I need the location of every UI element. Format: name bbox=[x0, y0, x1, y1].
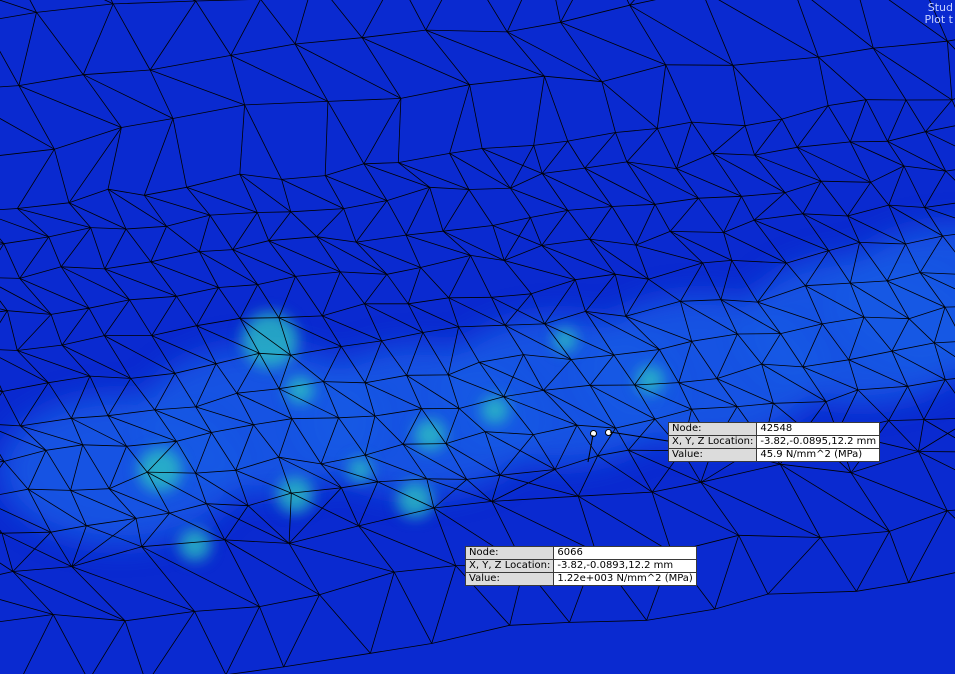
probe-value: -3.82,-0.0895,12.2 mm bbox=[756, 435, 881, 449]
probe-lower-table[interactable]: Node: 6066 X, Y, Z Location: -3.82,-0.08… bbox=[464, 546, 697, 586]
probe-key: X, Y, Z Location: bbox=[464, 559, 555, 573]
stress-hotspot bbox=[636, 366, 664, 394]
probe-key: Node: bbox=[667, 422, 758, 436]
probe-row-value: Value: 1.22e+003 N/mm^2 (MPa) bbox=[464, 572, 697, 586]
probe-upper-table[interactable]: Node: 42548 X, Y, Z Location: -3.82,-0.0… bbox=[667, 422, 881, 462]
probe-key: X, Y, Z Location: bbox=[667, 435, 758, 449]
stress-hotspot bbox=[179, 529, 211, 561]
probe-row-location: X, Y, Z Location: -3.82,-0.0893,12.2 mm bbox=[464, 559, 697, 573]
probe-key: Value: bbox=[667, 448, 758, 462]
probe-value: 6066 bbox=[553, 546, 697, 560]
probe-key: Node: bbox=[464, 546, 555, 560]
probe-value: -3.82,-0.0893,12.2 mm bbox=[553, 559, 697, 573]
plot-type-label: Plot t bbox=[924, 13, 953, 26]
probe-value: 42548 bbox=[756, 422, 881, 436]
probe-row-node: Node: 42548 bbox=[667, 422, 881, 436]
stress-hotspot bbox=[414, 419, 446, 451]
probe-row-node: Node: 6066 bbox=[464, 546, 697, 560]
probe-value: 1.22e+003 N/mm^2 (MPa) bbox=[553, 572, 697, 586]
probe-marker-upper[interactable] bbox=[605, 429, 612, 436]
fea-stress-plot-viewport[interactable]: Stud Plot t Node: 42548 X, Y, Z Location… bbox=[0, 0, 955, 674]
mesh-edge bbox=[918, 451, 955, 453]
stress-hotspot bbox=[138, 448, 182, 492]
mesh-edge bbox=[665, 64, 733, 66]
probe-marker-lower[interactable] bbox=[590, 430, 597, 437]
stress-hotspot bbox=[286, 376, 314, 404]
mesh-edge bbox=[448, 296, 492, 299]
probe-row-value: Value: 45.9 N/mm^2 (MPa) bbox=[667, 448, 881, 462]
probe-key: Value: bbox=[464, 572, 555, 586]
probe-row-location: X, Y, Z Location: -3.82,-0.0895,12.2 mm bbox=[667, 435, 881, 449]
probe-value: 45.9 N/mm^2 (MPa) bbox=[756, 448, 881, 462]
stress-hotspot bbox=[481, 396, 509, 424]
